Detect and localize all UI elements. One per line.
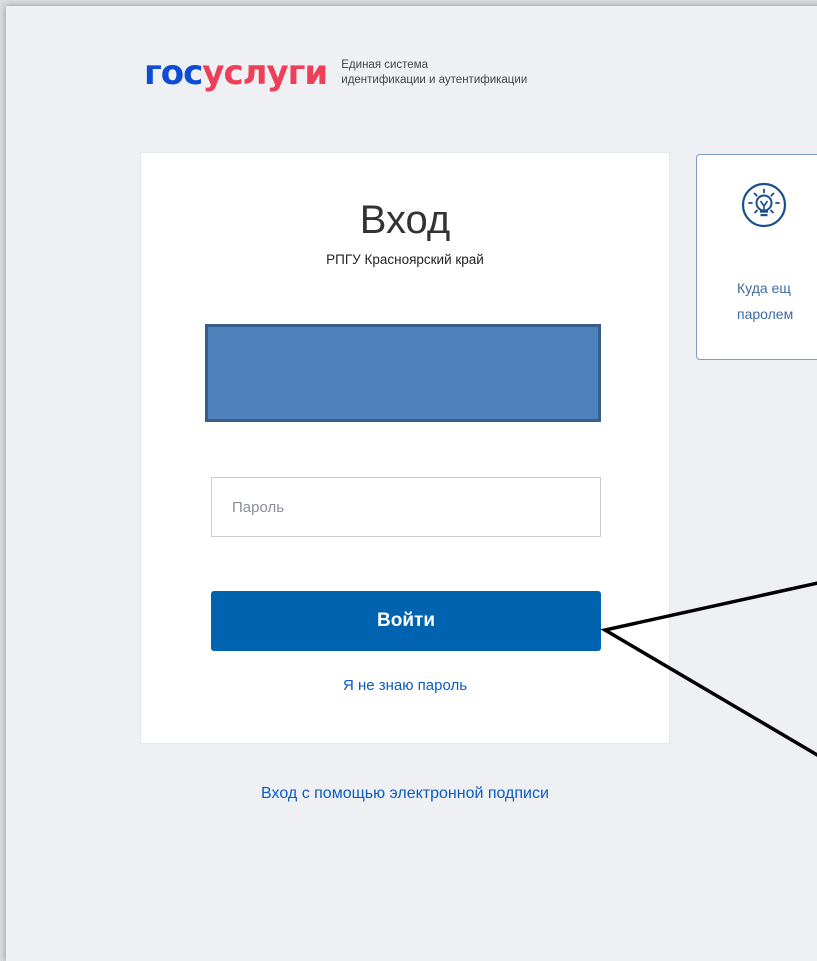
login-title: Вход xyxy=(359,198,451,242)
lightbulb-icon xyxy=(741,182,787,228)
logo-part-uslugi: услуги xyxy=(202,53,328,93)
forgot-password-link[interactable]: Я не знаю пароль xyxy=(141,677,669,694)
info-text-line1: Куда ещ xyxy=(737,280,791,296)
logo-subtitle-line2: идентификации и аутентификации xyxy=(341,74,528,86)
login-card: Вход РПГУ Красноярский край Войти Я не з… xyxy=(140,152,670,744)
gosuslugi-logo[interactable]: госуслуги Единая система идентификации и… xyxy=(144,56,527,90)
info-panel: Куда ещ паролем xyxy=(696,154,817,360)
logo-subtitle-line1: Единая система xyxy=(341,59,428,71)
info-text-line2: паролем xyxy=(737,306,794,322)
logo-wordmark: госуслуги xyxy=(144,53,328,93)
login-button[interactable]: Войти xyxy=(211,591,601,651)
login-subtitle: РПГУ Красноярский край xyxy=(326,252,484,267)
redacted-login-field[interactable] xyxy=(205,324,601,422)
info-text: Куда ещ паролем xyxy=(737,275,793,327)
logo-subtitle: Единая система идентификации и аутентифи… xyxy=(341,58,527,88)
esign-login-link[interactable]: Вход с помощью электронной подписи xyxy=(140,785,670,803)
password-input[interactable] xyxy=(211,477,601,537)
page: госуслуги Единая система идентификации и… xyxy=(6,6,817,961)
logo-part-gos: гос xyxy=(144,53,203,93)
